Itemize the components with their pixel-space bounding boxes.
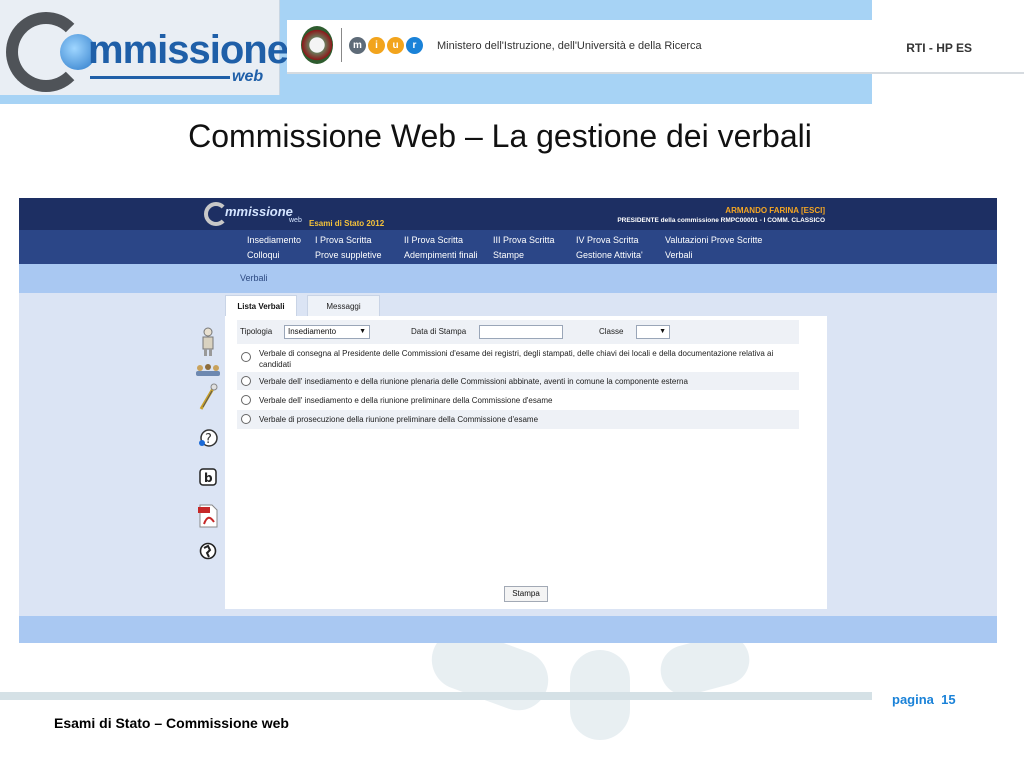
verbale-radio[interactable] (241, 376, 251, 386)
logo-underline (90, 76, 230, 79)
app-logo-web: web (289, 217, 302, 224)
dropdown-arrow-icon: ▼ (359, 328, 366, 335)
verbale-radio[interactable] (241, 395, 251, 405)
slide-footer-text: Esami di Stato – Commissione web (54, 715, 289, 731)
miur-letter: u (387, 37, 404, 54)
verbale-radio[interactable] (241, 414, 251, 424)
sub-menu: Verbali (19, 264, 997, 293)
miur-letter: r (406, 37, 423, 54)
user-role: PRESIDENTE della commissione RMPC00001 -… (617, 217, 825, 224)
menu-valutazioni[interactable]: Valutazioni Prove Scritte (665, 235, 762, 245)
sub-menu-verbali[interactable]: Verbali (240, 273, 268, 283)
verbale-radio[interactable] (241, 352, 251, 362)
tools-icon[interactable] (197, 382, 219, 412)
data-stampa-input[interactable] (479, 325, 563, 339)
crowd-icon[interactable] (194, 362, 222, 378)
ministry-name: Ministero dell'Istruzione, dell'Universi… (437, 40, 702, 52)
miur-letter: m (349, 37, 366, 54)
verbale-text: Verbale di prosecuzione della riunione p… (259, 415, 539, 424)
app-logo-text: mmissione (225, 204, 293, 219)
verbale-row: Verbale dell' insediamento e della riuni… (237, 391, 799, 409)
rti-label: RTI - HP ES (906, 41, 972, 55)
tipologia-label: Tipologia (240, 327, 273, 336)
b-badge-icon[interactable]: b (198, 467, 218, 487)
menu-gestione-attivita[interactable]: Gestione Attivita' (576, 250, 643, 260)
user-figure-icon[interactable] (197, 326, 219, 358)
menu-insediamento[interactable]: Insediamento (247, 235, 301, 245)
tab-lista-verbali[interactable]: Lista Verbali (225, 295, 297, 317)
help-icon[interactable]: ? (198, 428, 218, 448)
verbale-text: Verbale di consegna al Presidente delle … (259, 349, 774, 369)
menu-prova-scritta-1[interactable]: I Prova Scritta (315, 235, 372, 245)
menu-colloqui[interactable]: Colloqui (247, 250, 280, 260)
commissione-logo: mmissione web (0, 0, 289, 95)
menu-verbali[interactable]: Verbali (665, 250, 693, 260)
ministry-banner: m i u r Ministero dell'Istruzione, dell'… (287, 20, 1024, 74)
verbale-row: Verbale di prosecuzione della riunione p… (237, 410, 799, 429)
verbale-row: Verbale di consegna al Presidente delle … (237, 347, 799, 371)
svg-text:?: ? (205, 432, 212, 447)
verbale-text: Verbale dell' insediamento e della riuni… (259, 377, 688, 386)
classe-select[interactable]: ▼ (636, 325, 670, 339)
main-menu: Insediamento I Prova Scritta II Prova Sc… (19, 230, 997, 264)
miur-letter: i (368, 37, 385, 54)
classe-label: Classe (599, 327, 624, 336)
republic-emblem-icon (301, 26, 333, 64)
app-footer (19, 616, 997, 643)
globe-icon[interactable] (199, 542, 217, 560)
verbale-text: Verbale dell' insediamento e della riuni… (259, 396, 553, 405)
menu-prova-scritta-4[interactable]: IV Prova Scritta (576, 235, 639, 245)
filter-row: Tipologia Insediamento ▼ Data di Stampa … (237, 320, 799, 344)
tipologia-select[interactable]: Insediamento ▼ (284, 325, 370, 339)
pdf-icon[interactable] (196, 503, 220, 529)
tab-messaggi[interactable]: Messaggi (307, 295, 380, 317)
app-window: mmissione web Esami di Stato 2012 ARMAND… (19, 198, 997, 643)
menu-stampe[interactable]: Stampe (493, 250, 524, 260)
verbale-row: Verbale dell' insediamento e della riuni… (237, 372, 799, 390)
exam-year-label: Esami di Stato 2012 (309, 219, 385, 228)
app-header: mmissione web Esami di Stato 2012 ARMAND… (19, 198, 997, 230)
page-indicator: pagina 15 (892, 692, 956, 707)
logo-web-text: web (232, 68, 264, 85)
svg-text:b: b (204, 471, 213, 485)
menu-prova-scritta-2[interactable]: II Prova Scritta (404, 235, 463, 245)
data-stampa-label: Data di Stampa (411, 327, 467, 336)
menu-adempimenti-finali[interactable]: Adempimenti finali (404, 250, 478, 260)
tipologia-value: Insediamento (288, 327, 337, 336)
footer-divider (0, 692, 872, 700)
stampa-button[interactable]: Stampa (504, 586, 548, 602)
dropdown-arrow-icon: ▼ (659, 328, 666, 335)
menu-prove-suppletive[interactable]: Prove suppletive (315, 250, 382, 260)
banner-divider (341, 28, 342, 62)
page-label: pagina (892, 692, 934, 707)
slide-title: Commissione Web – La gestione dei verbal… (188, 118, 812, 154)
menu-prova-scritta-3[interactable]: III Prova Scritta (493, 235, 555, 245)
page-number: 15 (941, 692, 956, 707)
miur-logo: m i u r (349, 37, 423, 54)
background-watermark (420, 621, 820, 740)
logo-text: mmissione (88, 28, 289, 72)
user-name-logout-link[interactable]: ARMANDO FARINA [ESCI] (725, 206, 825, 215)
